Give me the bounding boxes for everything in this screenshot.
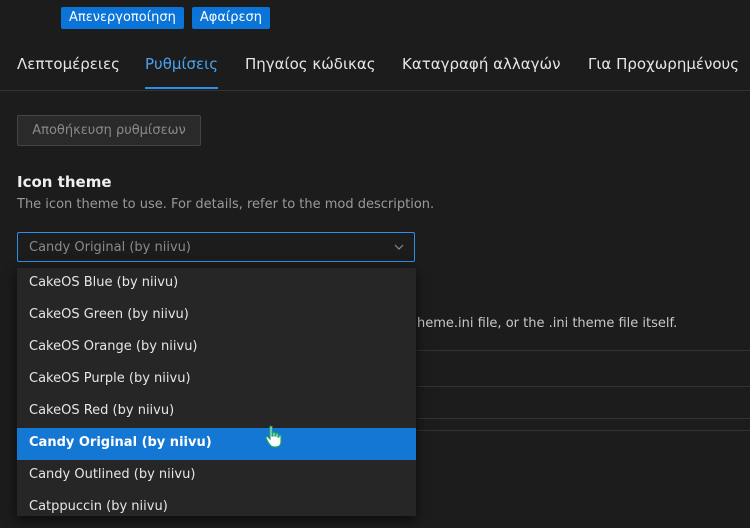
chevron-down-icon xyxy=(394,244,404,250)
dropdown-option-selected[interactable]: Candy Original (by niivu) xyxy=(17,428,416,460)
dropdown-option[interactable]: Candy Outlined (by niivu) xyxy=(17,460,416,492)
tab-settings[interactable]: Ρυθμίσεις xyxy=(145,44,219,89)
dropdown-option[interactable]: CakeOS Blue (by niivu) xyxy=(17,268,416,300)
icon-theme-select-value: Candy Original (by niivu) xyxy=(29,240,191,255)
hand-cursor-icon xyxy=(265,425,282,448)
tab-changelog[interactable]: Καταγραφή αλλαγών xyxy=(402,44,560,89)
divider xyxy=(417,418,750,419)
tab-source-code[interactable]: Πηγαίος κώδικας xyxy=(245,44,376,89)
divider xyxy=(417,350,750,351)
save-settings-button[interactable]: Αποθήκευση ρυθμίσεων xyxy=(17,115,201,146)
divider xyxy=(417,430,750,431)
dropdown-option[interactable]: CakeOS Purple (by niivu) xyxy=(17,364,416,396)
tab-bar: Λεπτομέρειες Ρυθμίσεις Πηγαίος κώδικας Κ… xyxy=(0,44,750,91)
theme-file-description: heme.ini file, or the .ini theme file it… xyxy=(417,316,678,331)
icon-theme-select[interactable]: Candy Original (by niivu) xyxy=(17,232,415,262)
icon-theme-title: Icon theme xyxy=(17,173,112,191)
tab-advanced[interactable]: Για Προχωρημένους xyxy=(588,44,739,89)
icon-theme-dropdown[interactable]: CakeOS Blue (by niivu) CakeOS Green (by … xyxy=(17,268,416,516)
remove-button[interactable]: Αφαίρεση xyxy=(191,7,271,29)
dropdown-option[interactable]: Catppuccin (by niivu) xyxy=(17,492,416,516)
top-actions: Απενεργοποίηση Αφαίρεση xyxy=(61,7,271,29)
tab-details[interactable]: Λεπτομέρειες xyxy=(17,44,120,89)
dropdown-option[interactable]: CakeOS Orange (by niivu) xyxy=(17,332,416,364)
dropdown-option[interactable]: CakeOS Green (by niivu) xyxy=(17,300,416,332)
disable-button[interactable]: Απενεργοποίηση xyxy=(61,7,184,29)
dropdown-option[interactable]: CakeOS Red (by niivu) xyxy=(17,396,416,428)
icon-theme-description: The icon theme to use. For details, refe… xyxy=(17,197,435,212)
divider xyxy=(417,386,750,387)
